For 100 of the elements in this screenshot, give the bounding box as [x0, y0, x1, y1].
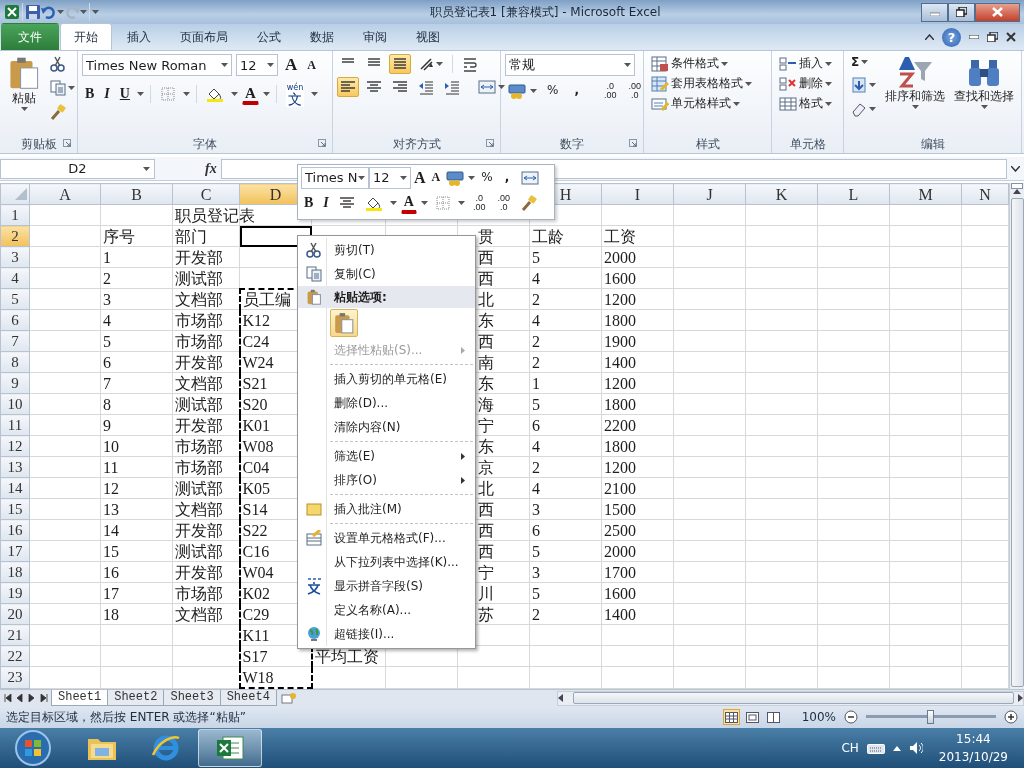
- grow-font-button[interactable]: A: [411, 167, 429, 189]
- text-orientation-icon[interactable]: [418, 56, 434, 72]
- previous-sheet-icon[interactable]: [16, 694, 24, 702]
- cells-button[interactable]: 插入: [776, 54, 839, 74]
- undo-icon[interactable]: [41, 4, 57, 20]
- increase-decimal-button[interactable]: .0 .00: [599, 79, 621, 103]
- clock-date[interactable]: 2013/10/29: [938, 748, 1008, 766]
- taskbar-app-button[interactable]: [198, 729, 262, 767]
- dialog-launcher-icon[interactable]: [63, 139, 71, 147]
- sum-button[interactable]: Σ: [848, 54, 879, 72]
- scroll-up-icon[interactable]: [1013, 189, 1021, 194]
- column-header[interactable]: N: [961, 183, 1009, 205]
- close-button[interactable]: [975, 2, 1020, 22]
- column-header[interactable]: L: [817, 183, 890, 205]
- decrease-decimal-button[interactable]: .00 .0: [624, 79, 645, 103]
- fill-down-icon[interactable]: [851, 77, 867, 94]
- row-header[interactable]: 4: [0, 267, 30, 289]
- row-header[interactable]: 20: [0, 603, 30, 625]
- clock-time[interactable]: 15:44: [956, 730, 991, 748]
- accounting-format-icon[interactable]: [508, 83, 528, 99]
- conditional-format-icon[interactable]: [651, 56, 669, 72]
- dialog-launcher-icon[interactable]: [486, 139, 494, 147]
- column-header[interactable]: M: [889, 183, 962, 205]
- row-header[interactable]: 12: [0, 435, 30, 457]
- menu-item[interactable]: 复制(C): [298, 262, 475, 286]
- cells-button[interactable]: 删除: [776, 74, 839, 94]
- scissors-icon[interactable]: [306, 242, 322, 258]
- paste-icon[interactable]: [306, 289, 322, 305]
- format-cells-icon[interactable]: [306, 530, 322, 546]
- start-orb-icon[interactable]: [14, 729, 52, 767]
- font-color-button[interactable]: A: [241, 82, 259, 106]
- percent-button[interactable]: %: [478, 169, 496, 187]
- paste-button[interactable]: 粘贴: [4, 54, 44, 135]
- zoom-in-icon[interactable]: [1004, 710, 1018, 724]
- cells-button[interactable]: 格式: [776, 94, 839, 114]
- percent-button[interactable]: %: [544, 82, 562, 100]
- decrease-decimal-button[interactable]: .00 .0: [493, 191, 514, 215]
- row-header[interactable]: 19: [0, 582, 30, 604]
- insert-function-button[interactable]: fx: [205, 158, 217, 179]
- restore-icon[interactable]: [987, 32, 998, 42]
- sheet-tab[interactable]: Sheet3: [163, 690, 221, 706]
- italic-button[interactable]: I: [101, 84, 113, 104]
- expand-formula-icon[interactable]: [1011, 165, 1020, 172]
- row-header[interactable]: 18: [0, 561, 30, 583]
- row-header[interactable]: 2: [0, 225, 30, 247]
- row-header[interactable]: 16: [0, 519, 30, 541]
- ribbon-tab[interactable]: 开始: [60, 23, 112, 50]
- language-indicator[interactable]: CH: [841, 739, 859, 757]
- column-header[interactable]: C: [172, 183, 240, 205]
- underline-button[interactable]: U: [116, 84, 133, 104]
- zoom-out-icon[interactable]: [844, 710, 858, 724]
- accounting-format-button[interactable]: [505, 81, 540, 101]
- first-sheet-icon[interactable]: [4, 694, 12, 702]
- ribbon-tab[interactable]: 审阅: [349, 23, 401, 50]
- column-header[interactable]: K: [745, 183, 818, 205]
- row-header[interactable]: 22: [0, 645, 30, 667]
- italic-button[interactable]: I: [320, 193, 332, 213]
- merge-center-icon[interactable]: [478, 79, 496, 95]
- row-header[interactable]: 21: [0, 624, 30, 646]
- row-header[interactable]: 8: [0, 351, 30, 373]
- scissors-icon[interactable]: [50, 56, 66, 72]
- copy-icon[interactable]: [50, 80, 66, 96]
- split-handle-icon[interactable]: [1011, 183, 1023, 189]
- ribbon-tab[interactable]: 公式: [243, 23, 295, 50]
- column-header[interactable]: J: [673, 183, 746, 205]
- minimize-button[interactable]: [921, 2, 948, 22]
- horizontal-scrollbar[interactable]: [556, 690, 1024, 706]
- column-header[interactable]: A: [29, 183, 101, 205]
- sheet-tab[interactable]: Sheet1: [51, 690, 109, 706]
- font-name-field[interactable]: Times New Roman: [82, 54, 232, 77]
- row-header[interactable]: 17: [0, 540, 30, 562]
- row-header[interactable]: 1: [0, 204, 30, 226]
- shrink-font-button[interactable]: A: [428, 169, 444, 187]
- ribbon-tab[interactable]: 数据: [296, 23, 348, 50]
- row-header[interactable]: 6: [0, 309, 30, 331]
- dialog-launcher-icon[interactable]: [318, 139, 326, 147]
- row-header[interactable]: 23: [0, 666, 30, 688]
- shrink-font-button[interactable]: A: [304, 56, 319, 74]
- grow-font-button[interactable]: A: [282, 54, 301, 77]
- view-button[interactable]: [764, 709, 782, 725]
- save-icon[interactable]: [25, 4, 41, 20]
- sheet-tab[interactable]: Sheet4: [219, 690, 277, 706]
- copy-button[interactable]: [47, 78, 78, 98]
- eraser-icon[interactable]: [851, 101, 867, 118]
- row-header[interactable]: 11: [0, 414, 30, 436]
- sort-filter-button[interactable]: 排序和筛选: [882, 54, 948, 135]
- collapse-ribbon-icon[interactable]: [925, 34, 934, 40]
- font-size-field[interactable]: 12: [369, 167, 411, 189]
- speaker-icon[interactable]: [908, 741, 923, 755]
- row-header[interactable]: 15: [0, 498, 30, 520]
- view-button[interactable]: [743, 709, 761, 725]
- keyboard-icon[interactable]: [866, 742, 885, 754]
- ribbon-tab[interactable]: 页面布局: [166, 23, 242, 50]
- bold-button[interactable]: B: [82, 84, 98, 104]
- find-select-button[interactable]: 查找和选择: [951, 54, 1017, 135]
- row-header[interactable]: 3: [0, 246, 30, 268]
- table-format-icon[interactable]: [651, 76, 669, 92]
- active-cell[interactable]: [239, 225, 312, 247]
- restore-button[interactable]: [948, 2, 975, 22]
- menu-item[interactable]: 剪切(T): [298, 238, 475, 262]
